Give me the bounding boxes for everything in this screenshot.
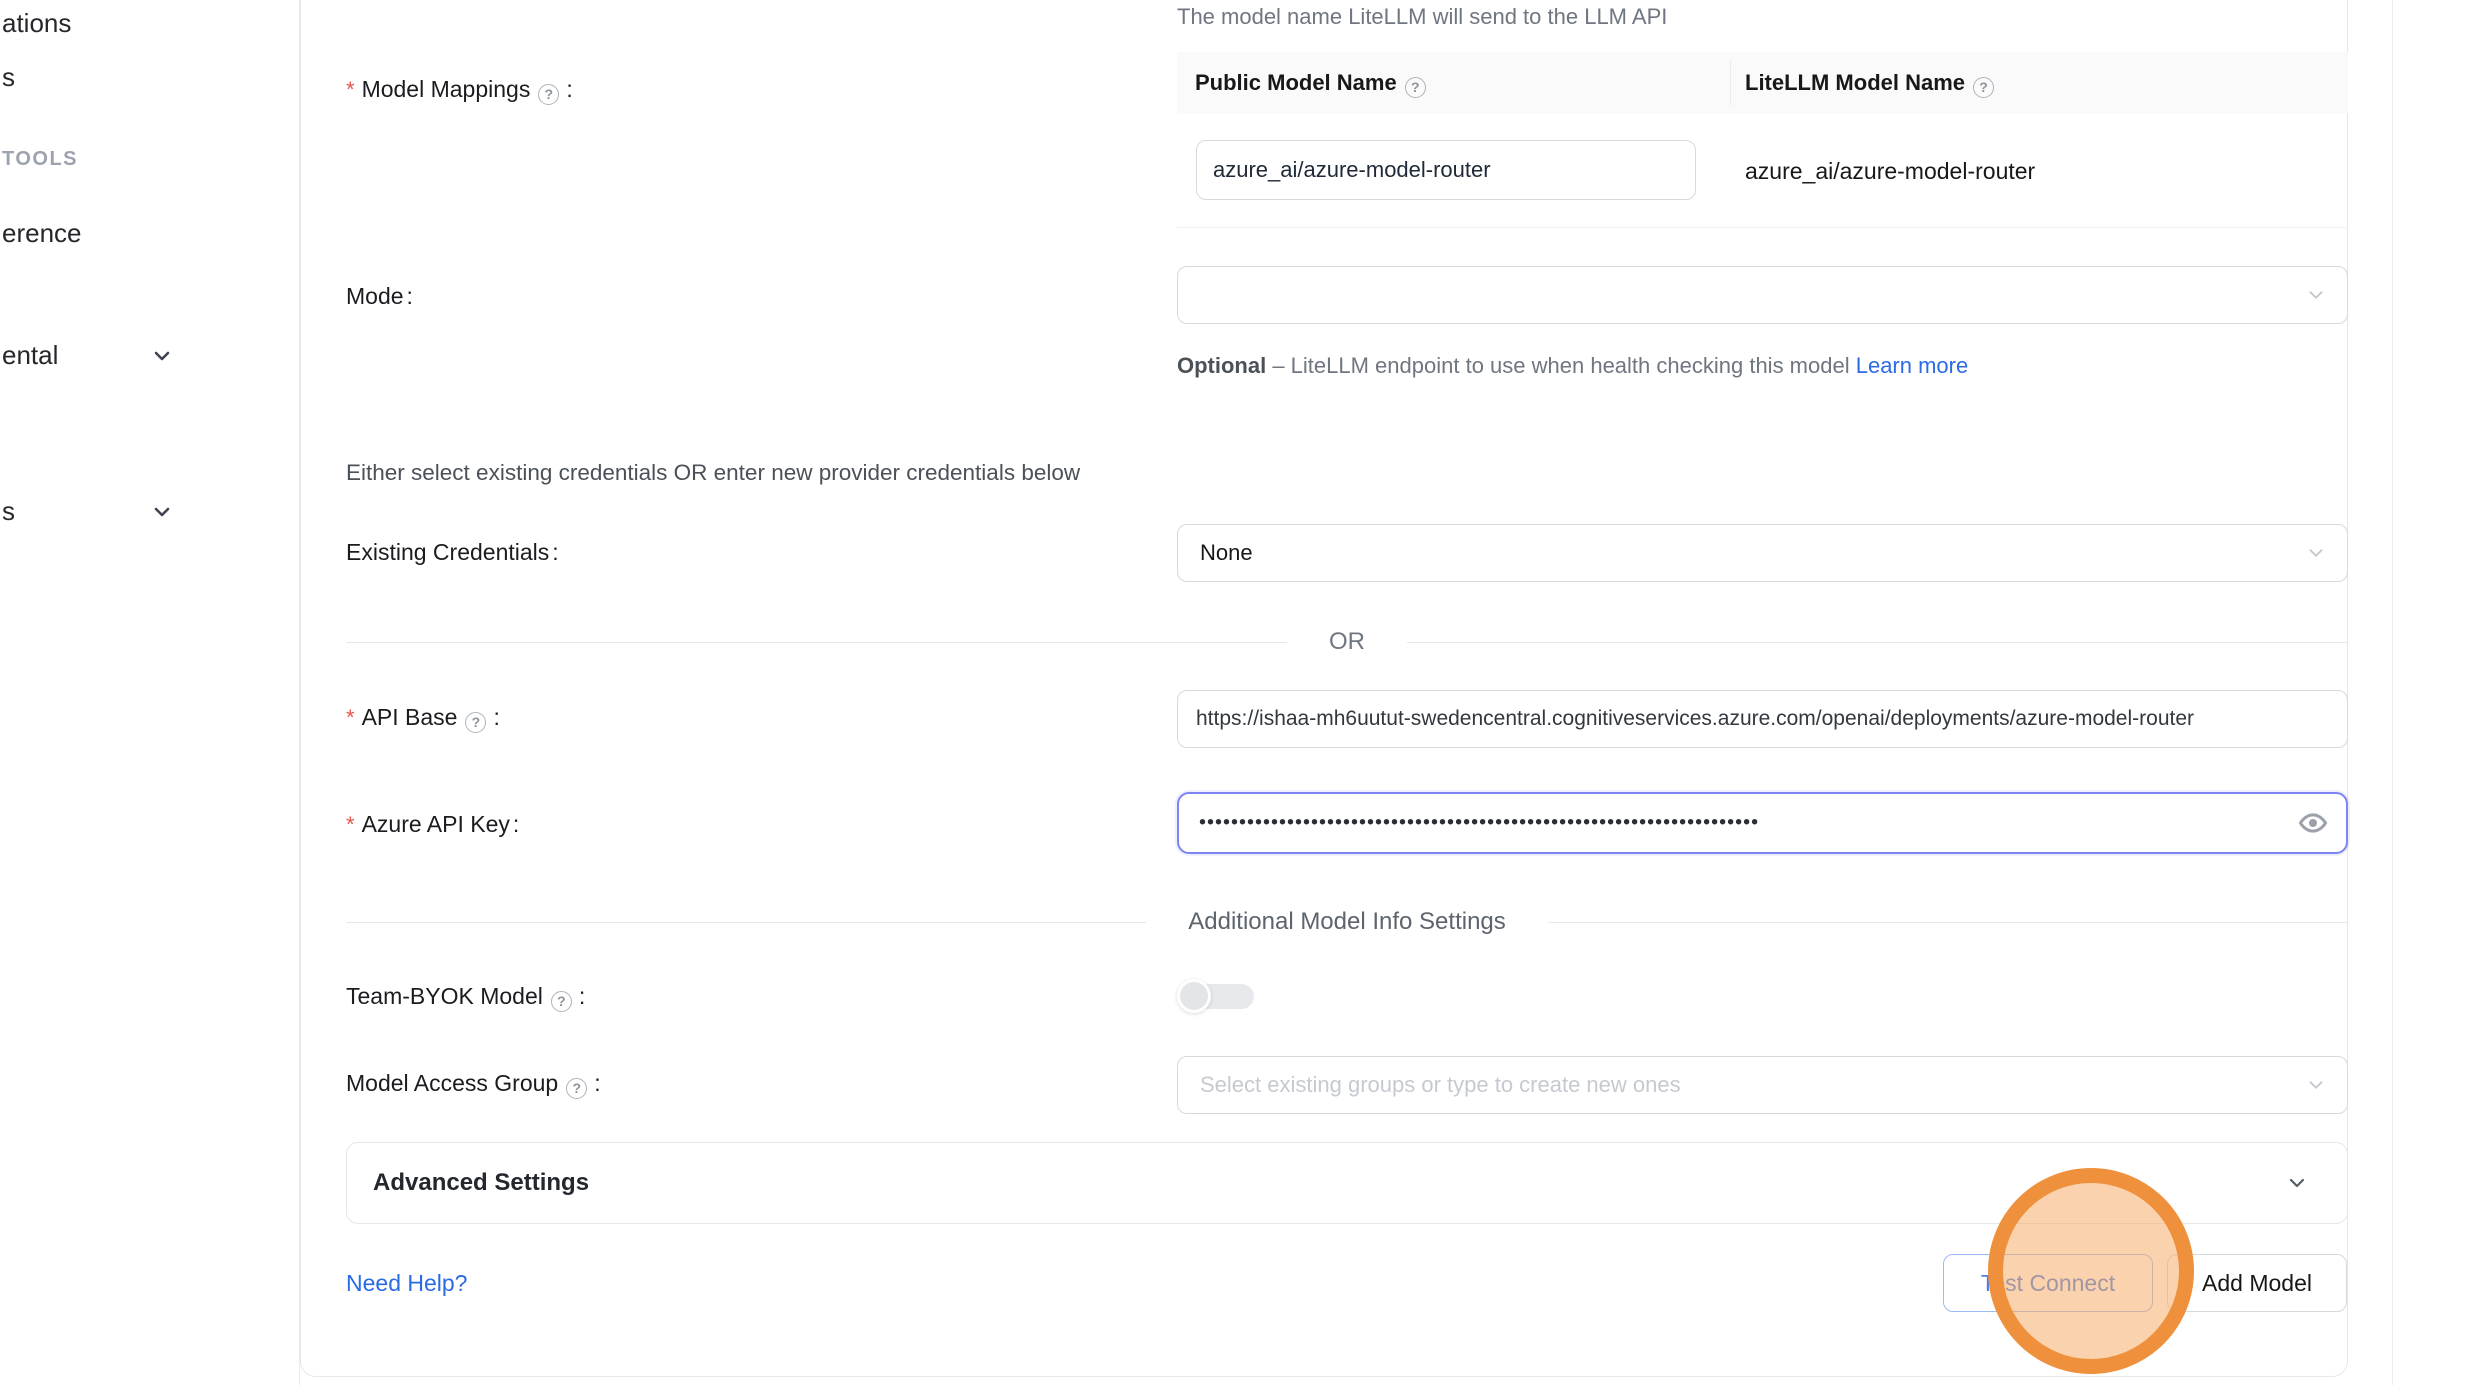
help-tooltip-icon[interactable]: ? (465, 712, 486, 733)
divider-line (1548, 922, 2348, 923)
api-base-input[interactable] (1177, 690, 2348, 748)
label-colon: : (566, 76, 572, 102)
add-model-button[interactable]: Add Model (2167, 1254, 2347, 1312)
model-mappings-table: Public Model Name? LiteLLM Model Name? a… (1177, 52, 2348, 228)
masked-password-value: ••••••••••••••••••••••••••••••••••••••••… (1199, 812, 2259, 835)
eye-toggle-icon[interactable] (2298, 808, 2328, 838)
team-byok-label: Team-BYOK Model?: (346, 983, 585, 1012)
api-base-label: * API Base?: (346, 704, 500, 733)
azure-api-key-label: * Azure API Key: (346, 811, 519, 838)
public-model-name-input[interactable] (1196, 140, 1696, 200)
chevron-down-icon (2305, 284, 2327, 306)
section-divider-text: Additional Model Info Settings (1188, 908, 1506, 936)
divider-line (346, 642, 1287, 643)
label-colon: : (493, 704, 499, 730)
model-mappings-table-row: azure_ai/azure-model-router (1177, 114, 2348, 228)
label-text: Model Access Group (346, 1070, 558, 1096)
mode-select[interactable] (1177, 266, 2348, 324)
required-asterisk: * (346, 77, 355, 102)
label-text: Mode (346, 283, 404, 309)
optional-text: Optional (1177, 353, 1266, 378)
selected-value: None (1200, 540, 1253, 566)
public-model-name-header: Public Model Name? (1177, 52, 1730, 114)
advanced-settings-panel[interactable]: Advanced Settings (346, 1142, 2348, 1224)
learn-more-link[interactable]: Learn more (1856, 353, 1969, 378)
litellm-model-name-value: azure_ai/azure-model-router (1745, 158, 2035, 185)
chevron-down-icon (2305, 542, 2327, 564)
advanced-settings-label: Advanced Settings (373, 1169, 589, 1197)
helper-text: – LiteLLM endpoint to use when health ch… (1266, 353, 1856, 378)
label-colon: : (579, 983, 585, 1009)
required-asterisk: * (346, 705, 355, 730)
model-access-group-select[interactable]: Select existing groups or type to create… (1177, 1056, 2348, 1114)
help-tooltip-icon[interactable]: ? (1973, 77, 1994, 98)
existing-credentials-label: Existing Credentials: (346, 539, 559, 566)
model-access-group-label: Model Access Group?: (346, 1070, 601, 1099)
litellm-model-name-header: LiteLLM Model Name? (1730, 52, 2348, 114)
label-text: Team-BYOK Model (346, 983, 543, 1009)
azure-api-key-input[interactable]: ••••••••••••••••••••••••••••••••••••••••… (1177, 792, 2348, 854)
divider-line (1407, 642, 2348, 643)
header-text: LiteLLM Model Name (1745, 70, 1965, 95)
model-mappings-table-header: Public Model Name? LiteLLM Model Name? (1177, 52, 2348, 114)
existing-credentials-select[interactable]: None (1177, 524, 2348, 582)
help-tooltip-icon[interactable]: ? (551, 991, 572, 1012)
help-tooltip-icon[interactable]: ? (538, 84, 559, 105)
divider-line (346, 922, 1146, 923)
additional-model-info-divider: Additional Model Info Settings (346, 908, 2348, 936)
litellm-model-name-helper: The model name LiteLLM will send to the … (1177, 4, 1667, 30)
or-divider-text: OR (1329, 628, 1365, 656)
add-model-form: The model name LiteLLM will send to the … (0, 0, 2477, 1385)
help-tooltip-icon[interactable]: ? (1405, 77, 1426, 98)
label-text: Existing Credentials (346, 539, 549, 565)
label-text: Model Mappings (362, 76, 531, 102)
team-byok-toggle[interactable] (1180, 984, 1254, 1009)
credentials-note: Either select existing credentials OR en… (346, 460, 1080, 486)
label-colon: : (552, 539, 558, 565)
mode-label: Mode: (346, 283, 413, 310)
label-text: Azure API Key (362, 811, 510, 837)
test-connect-button[interactable]: Test Connect (1943, 1254, 2153, 1312)
mode-helper-text: Optional – LiteLLM endpoint to use when … (1177, 346, 1997, 386)
chevron-down-icon (2285, 1171, 2309, 1195)
required-asterisk: * (346, 812, 355, 837)
chevron-down-icon (2305, 1074, 2327, 1096)
label-colon: : (594, 1070, 600, 1096)
table-column-divider (1730, 60, 1731, 106)
header-text: Public Model Name (1195, 70, 1397, 95)
help-tooltip-icon[interactable]: ? (566, 1078, 587, 1099)
select-placeholder: Select existing groups or type to create… (1200, 1072, 1681, 1098)
model-mappings-label: * Model Mappings?: (346, 76, 573, 105)
or-divider: OR (346, 628, 2348, 656)
label-colon: : (407, 283, 413, 309)
label-text: API Base (362, 704, 458, 730)
toggle-knob (1177, 979, 1211, 1013)
label-colon: : (513, 811, 519, 837)
need-help-link[interactable]: Need Help? (346, 1270, 467, 1297)
